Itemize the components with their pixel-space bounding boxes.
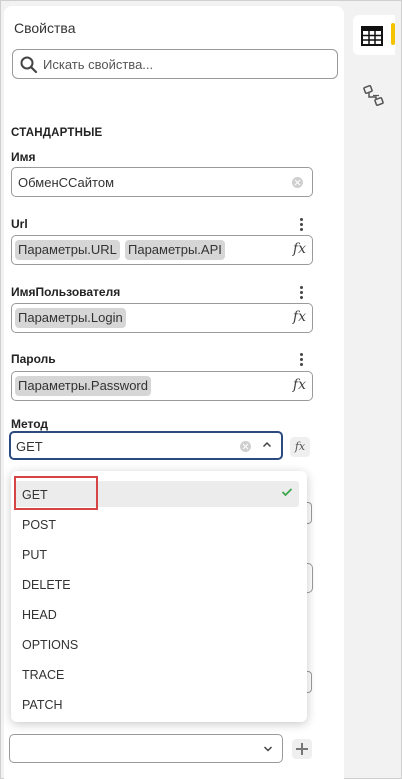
add-button[interactable] — [292, 739, 312, 759]
username-chip[interactable]: Параметры.Login — [15, 308, 126, 328]
option-delete[interactable]: DELETE — [15, 571, 299, 597]
table-icon — [361, 26, 383, 46]
option-label: OPTIONS — [22, 638, 79, 652]
fx-button[interactable]: fx — [290, 437, 310, 457]
option-put[interactable]: PUT — [15, 541, 299, 567]
option-trace[interactable]: TRACE — [15, 661, 299, 687]
clear-icon[interactable] — [292, 177, 303, 188]
password-label: Пароль — [11, 352, 56, 366]
option-options[interactable]: OPTIONS — [15, 631, 299, 657]
option-label: PATCH — [22, 698, 63, 712]
url-menu-icon[interactable] — [300, 218, 304, 232]
option-patch[interactable]: PATCH — [15, 691, 299, 717]
name-label: Имя — [11, 150, 36, 164]
username-label: ИмяПользователя — [11, 285, 121, 299]
method-label: Метод — [11, 417, 49, 431]
option-label: DELETE — [22, 578, 71, 592]
url-field[interactable]: Параметры.URL Параметры.API fx — [11, 235, 313, 265]
bottom-select[interactable] — [9, 734, 283, 763]
fx-icon[interactable]: fx — [293, 241, 306, 257]
username-menu-icon[interactable] — [300, 286, 304, 300]
panel-title: Свойства — [14, 20, 76, 36]
active-tab-indicator — [391, 23, 395, 45]
name-field[interactable]: ОбменССайтом — [11, 167, 313, 197]
schema-icon[interactable] — [363, 85, 385, 107]
fx-icon[interactable]: fx — [293, 377, 306, 393]
password-chip[interactable]: Параметры.Password — [15, 376, 151, 396]
url-label: Url — [11, 217, 28, 231]
method-value: GET — [16, 439, 43, 454]
name-value: ОбменССайтом — [18, 175, 115, 190]
search-placeholder: Искать свойства... — [43, 57, 154, 72]
method-select[interactable]: GET — [9, 431, 283, 460]
option-label: PUT — [22, 548, 47, 562]
chevron-down-icon — [263, 746, 273, 752]
password-field[interactable]: Параметры.Password fx — [11, 371, 313, 401]
chevron-up-icon[interactable] — [262, 440, 272, 450]
check-icon — [281, 488, 293, 497]
search-input[interactable]: Искать свойства... — [12, 49, 338, 79]
option-post[interactable]: POST — [15, 511, 299, 537]
option-label: POST — [22, 518, 57, 532]
clear-icon[interactable] — [240, 441, 251, 452]
password-menu-icon[interactable] — [300, 353, 304, 367]
section-title: СТАНДАРТНЫЕ — [11, 127, 103, 139]
url-chip[interactable]: Параметры.API — [125, 240, 225, 260]
url-chip[interactable]: Параметры.URL — [15, 240, 120, 260]
option-label: TRACE — [22, 668, 65, 682]
properties-tab[interactable] — [353, 15, 395, 55]
highlight-box — [14, 476, 98, 510]
option-head[interactable]: HEAD — [15, 601, 299, 627]
option-label: HEAD — [22, 608, 57, 622]
app-frame: Свойства Искать свойства... СТАНДАРТНЫЕ … — [0, 0, 402, 779]
username-field[interactable]: Параметры.Login fx — [11, 303, 313, 333]
search-icon — [20, 56, 38, 74]
fx-icon[interactable]: fx — [293, 309, 306, 325]
